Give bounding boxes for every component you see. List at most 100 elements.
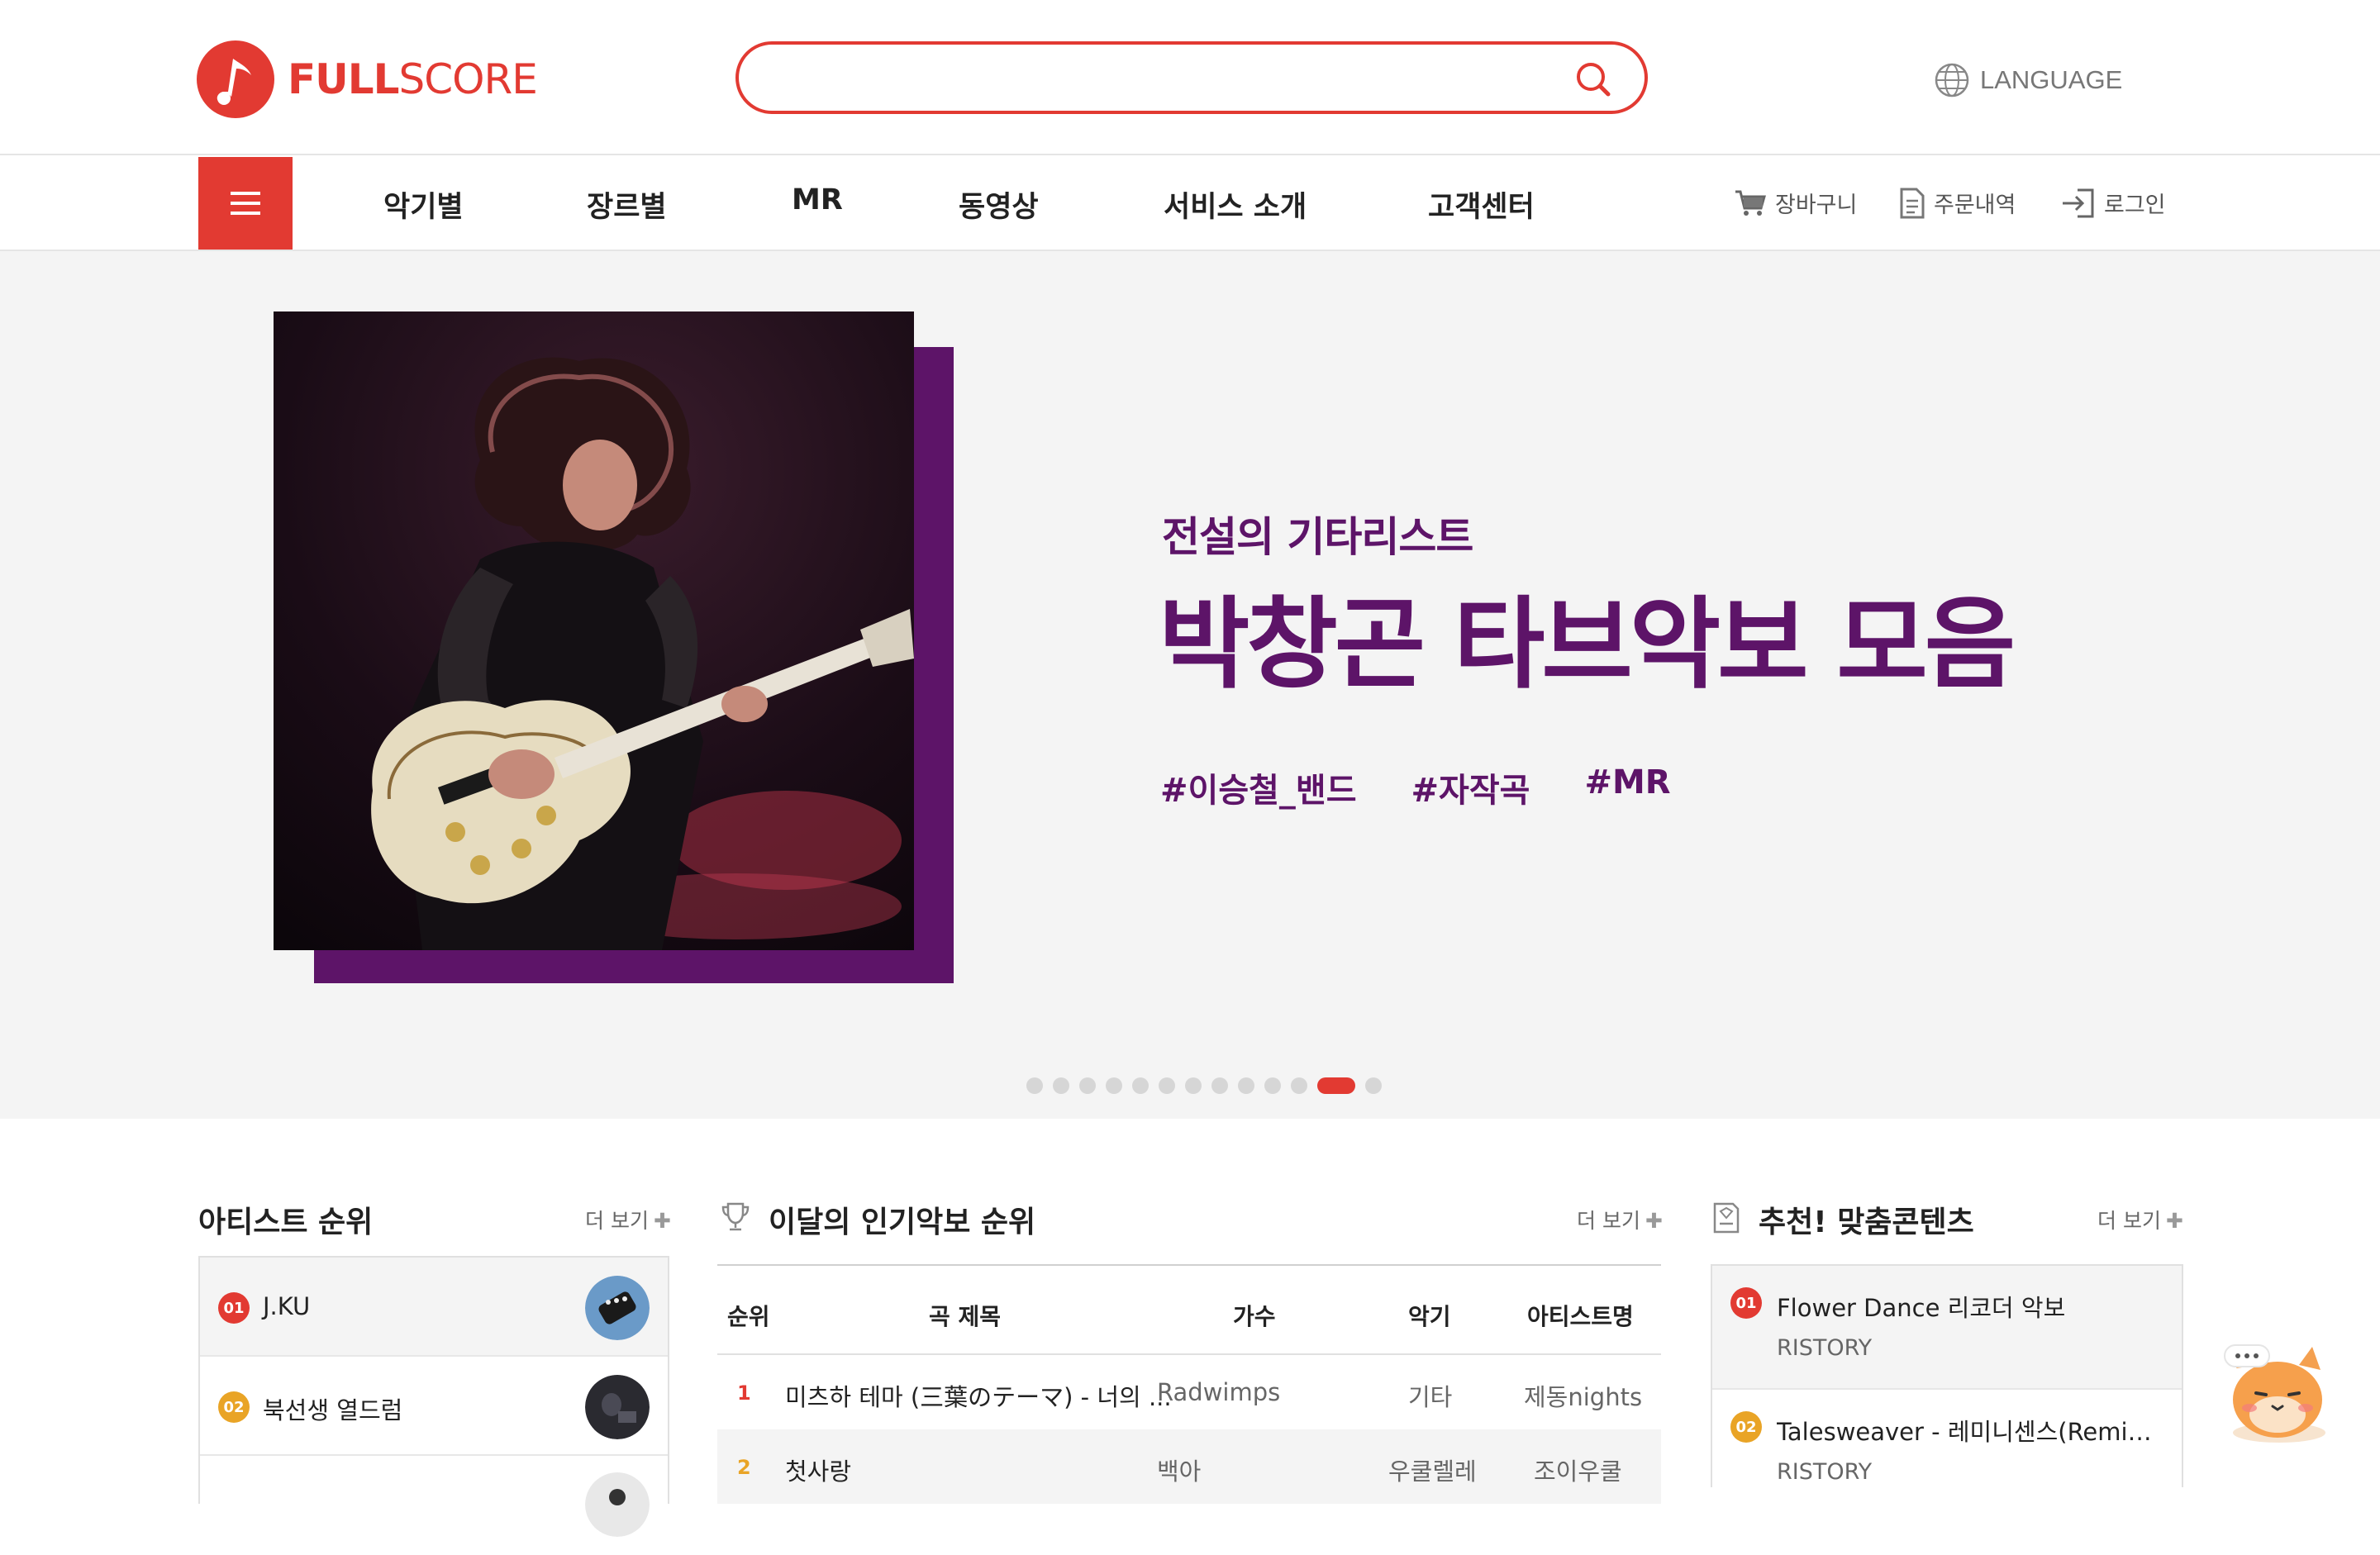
more-label: 더 보기: [585, 1209, 649, 1233]
cart-icon: [1735, 190, 1766, 216]
col-header-artist: 아티스트명: [1527, 1303, 1634, 1330]
slider-dot[interactable]: [1159, 1077, 1175, 1094]
artist-name: 북선생 열드럼: [263, 1396, 403, 1424]
row-instrument: 우쿨렐레: [1388, 1458, 1477, 1486]
login-icon: [2063, 188, 2094, 217]
slider-dot[interactable]: [1211, 1077, 1228, 1094]
plus-icon: ✚: [1645, 1209, 1663, 1233]
site-header: FULLSCORE LANGUAGE: [0, 0, 2380, 155]
more-label: 더 보기: [1577, 1209, 1640, 1233]
hero-tag[interactable]: #MR: [1584, 763, 1670, 811]
row-instrument: 기타: [1408, 1383, 1453, 1411]
recommend-item[interactable]: 02 Talesweaver - 레미니센스(Reminiscence) RIS…: [1712, 1390, 2182, 1514]
hero-tags: #이승철_밴드 #자작곡 #MR: [1160, 763, 1671, 811]
rank-badge: 02: [1730, 1411, 1762, 1443]
plus-icon: ✚: [653, 1209, 671, 1233]
slider-dot[interactable]: [1238, 1077, 1254, 1094]
row-singer: Radwimps: [1157, 1378, 1281, 1406]
chart-header-row: 순위 곡 제목 가수 악기 아티스트명: [717, 1264, 1661, 1355]
globe-icon: [1935, 63, 1969, 97]
search-icon[interactable]: [1570, 56, 1616, 102]
row-song: 첫사랑: [785, 1458, 852, 1486]
recommend-item-artist: RISTORY: [1777, 1459, 1873, 1485]
site-logo[interactable]: FULLSCORE: [197, 40, 538, 119]
orders-label: 주문내역: [1934, 193, 2016, 218]
col-header-singer: 가수: [1233, 1303, 1276, 1330]
menu-icon[interactable]: [198, 157, 293, 250]
artist-rank-item[interactable]: [200, 1456, 668, 1555]
slider-dot[interactable]: [1264, 1077, 1281, 1094]
hero-tag[interactable]: #자작곡: [1411, 763, 1530, 811]
slider-dot[interactable]: [1365, 1077, 1382, 1094]
col-header-song: 곡 제목: [929, 1303, 1002, 1330]
table-row[interactable]: 1 미츠하 테마 (三葉のテーマ) - 너의 ... Radwimps 기타 제…: [717, 1355, 1661, 1429]
chart-table: 순위 곡 제목 가수 악기 아티스트명 1 미츠하 테마 (三葉のテーマ) - …: [717, 1264, 1661, 1504]
language-selector[interactable]: LANGUAGE: [1934, 61, 2122, 99]
avatar: [585, 1472, 650, 1537]
slider-dot[interactable]: [1053, 1077, 1069, 1094]
recommend-item-title: Flower Dance 리코더 악보: [1777, 1294, 2066, 1322]
trophy-icon: [721, 1202, 750, 1231]
row-artist: 조이우쿨: [1534, 1458, 1622, 1486]
table-row[interactable]: 2 첫사랑 백아 우쿨렐레 조이우쿨: [717, 1429, 1661, 1504]
artist-rank-item[interactable]: 02 북선생 열드럼: [200, 1357, 668, 1456]
row-song: 미츠하 테마 (三葉のテーマ) - 너의 ...: [785, 1383, 1172, 1411]
slider-dot-active[interactable]: [1317, 1077, 1355, 1094]
row-rank: 1: [737, 1381, 751, 1405]
login-label: 로그인: [2104, 193, 2166, 218]
rank-badge: 01: [218, 1292, 250, 1324]
col-header-instrument: 악기: [1408, 1303, 1451, 1330]
logo-text-full: FULL: [288, 55, 399, 103]
recommend-item-artist: RISTORY: [1777, 1335, 1873, 1361]
nav-item-video[interactable]: 동영상: [959, 183, 1039, 226]
slider-dot[interactable]: [1185, 1077, 1202, 1094]
main-nav: 악기별 장르별 MR 동영상 서비스 소개 고객센터 장바구니 주문내역 로그인: [0, 155, 2380, 251]
recommend-more-link[interactable]: 더 보기 ✚: [2097, 1205, 2183, 1234]
hero-subtitle: 전설의 기타리스트: [1162, 513, 1473, 561]
search-input[interactable]: [772, 55, 1549, 101]
cat-mascot-icon[interactable]: [2221, 1335, 2332, 1446]
slider-pagination: [1026, 1077, 1382, 1094]
login-link[interactable]: 로그인: [2061, 187, 2166, 219]
orders-link[interactable]: 주문내역: [1899, 187, 2016, 219]
row-rank: 2: [737, 1456, 751, 1479]
nav-item-genre[interactable]: 장르별: [587, 183, 667, 226]
slider-dot[interactable]: [1291, 1077, 1307, 1094]
cart-label: 장바구니: [1775, 193, 1858, 218]
language-label: LANGUAGE: [1980, 65, 2123, 94]
document-icon: [1900, 188, 1925, 218]
chart-more-link[interactable]: 더 보기 ✚: [1577, 1205, 1663, 1234]
search-box: [735, 41, 1648, 114]
slider-dot[interactable]: [1106, 1077, 1122, 1094]
slider-dot[interactable]: [1132, 1077, 1149, 1094]
artist-rank-list: 01 J.KU 02 북선생 열드럼: [198, 1256, 669, 1537]
hero-title: 박창곤 타브악보 모음: [1159, 587, 2016, 702]
artist-rank-more-link[interactable]: 더 보기 ✚: [585, 1205, 671, 1234]
recommend-item[interactable]: 01 Flower Dance 리코더 악보 RISTORY: [1712, 1266, 2182, 1390]
nav-item-instrument[interactable]: 악기별: [383, 183, 464, 226]
slider-dot[interactable]: [1079, 1077, 1096, 1094]
rank-badge: 01: [1730, 1287, 1762, 1319]
hero-tag[interactable]: #이승철_밴드: [1160, 763, 1357, 811]
artist-rank-title: 아티스트 순위: [198, 1205, 374, 1239]
rank-badge: 02: [218, 1391, 250, 1423]
logo-text-score: SCORE: [398, 55, 537, 103]
slider-dot[interactable]: [1026, 1077, 1043, 1094]
nav-item-support[interactable]: 고객센터: [1428, 183, 1535, 226]
hero-banner[interactable]: 전설의 기타리스트 박창곤 타브악보 모음 #이승철_밴드 #자작곡 #MR: [0, 251, 2380, 1119]
recommend-item-title: Talesweaver - 레미니센스(Reminiscence): [1777, 1418, 2165, 1446]
row-singer: 백아: [1157, 1458, 1202, 1486]
artist-rank-item[interactable]: 01 J.KU: [200, 1258, 668, 1357]
row-artist: 제동nights: [1524, 1383, 1643, 1411]
artist-name: J.KU: [263, 1292, 311, 1320]
nav-item-mr[interactable]: MR: [792, 183, 843, 216]
recommend-title: 추천! 맞춤콘텐츠: [1759, 1205, 1974, 1239]
hero-guitarist-photo: [274, 311, 914, 950]
avatar: [585, 1276, 650, 1340]
cart-link[interactable]: 장바구니: [1734, 187, 1857, 219]
col-header-rank: 순위: [727, 1303, 770, 1330]
more-label: 더 보기: [2097, 1209, 2161, 1233]
nav-item-service[interactable]: 서비스 소개: [1164, 183, 1307, 226]
logo-wordmark: FULLSCORE: [288, 55, 538, 103]
plus-icon: ✚: [2165, 1209, 2183, 1233]
